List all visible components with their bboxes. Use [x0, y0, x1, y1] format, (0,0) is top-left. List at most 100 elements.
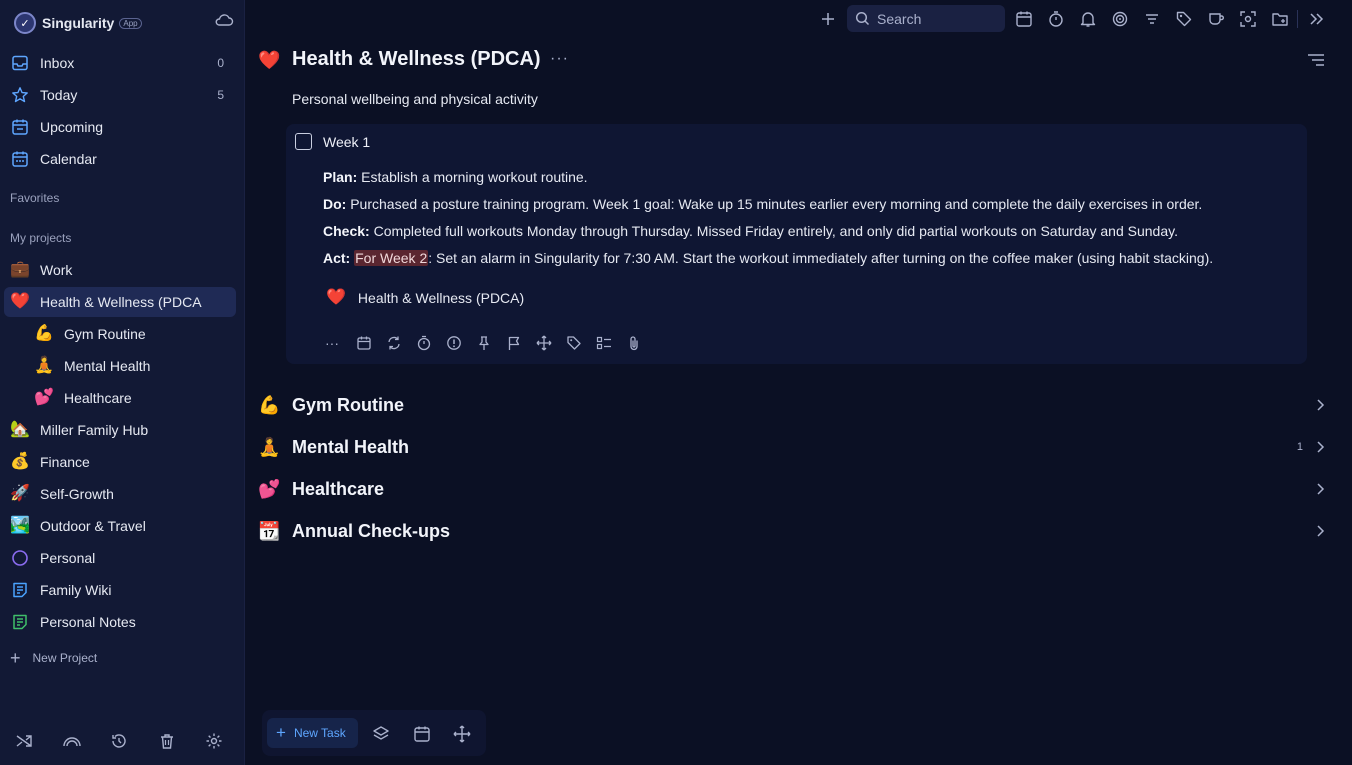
group-annual-check-ups[interactable]: 📆 Annual Check-ups — [258, 516, 1333, 546]
chevron-right-icon[interactable] — [1313, 439, 1327, 458]
nav-calendar[interactable]: Calendar — [4, 144, 236, 174]
project-label: Health & Wellness (PDCA — [40, 294, 202, 310]
project-work[interactable]: 💼 Work — [4, 255, 236, 285]
new-project-button[interactable]: + New Project — [10, 649, 97, 667]
brand[interactable]: ✓ Singularity App — [14, 11, 142, 35]
nav-upcoming-label: Upcoming — [40, 119, 104, 135]
do-label: Do: — [323, 196, 347, 212]
search-box[interactable]: Search — [847, 5, 1005, 32]
folder-add-icon[interactable] — [1269, 8, 1291, 30]
sidebar: ✓ Singularity App Inbox 0 Today 5 Upcomi… — [0, 0, 245, 765]
projects-section-label[interactable]: My projects — [10, 231, 71, 245]
star-icon — [10, 85, 30, 105]
calendar-view-icon[interactable] — [1013, 8, 1035, 30]
project-personal[interactable]: Personal — [4, 543, 236, 573]
act-text: : Set an alarm in Singularity for 7:30 A… — [428, 250, 1214, 266]
project-label: Miller Family Hub — [40, 422, 149, 438]
project-label: Outdoor & Travel — [40, 518, 146, 534]
trash-icon[interactable] — [155, 729, 179, 753]
shuffle-icon[interactable] — [12, 729, 36, 753]
nav-today[interactable]: Today 5 — [4, 80, 236, 110]
project-mental-health[interactable]: 🧘 Mental Health — [4, 351, 236, 381]
check-label: Check: — [323, 223, 370, 239]
search-placeholder: Search — [877, 10, 922, 27]
repeat-icon[interactable] — [384, 333, 404, 353]
project-health-wellness[interactable]: ❤️ Health & Wellness (PDCA — [4, 287, 236, 317]
favorites-section-label[interactable]: Favorites — [10, 191, 59, 205]
screenshot-icon[interactable] — [1237, 8, 1259, 30]
checklist-icon[interactable] — [594, 333, 614, 353]
tag-icon[interactable] — [1173, 8, 1195, 30]
project-label: Personal Notes — [40, 614, 136, 630]
pin-icon[interactable] — [474, 333, 494, 353]
project-miller-family-hub[interactable]: 🏡 Miller Family Hub — [4, 415, 236, 445]
flexed-biceps-icon: 💪 — [258, 395, 281, 415]
nav-inbox[interactable]: Inbox 0 — [4, 48, 236, 78]
task-checkbox[interactable] — [295, 133, 312, 150]
task-card[interactable]: Week 1 Plan: Establish a morning workout… — [286, 124, 1307, 364]
rainbow-icon[interactable] — [60, 729, 84, 753]
add-icon[interactable] — [817, 8, 839, 30]
project-label: Work — [40, 262, 73, 278]
group-count: 1 — [1296, 441, 1303, 453]
project-gym-routine[interactable]: 💪 Gym Routine — [4, 319, 236, 349]
focus-target-icon[interactable] — [1109, 8, 1131, 30]
group-gym-routine[interactable]: 💪 Gym Routine — [258, 390, 1333, 420]
timer-icon[interactable] — [414, 333, 434, 353]
task-more-icon[interactable]: ··· — [322, 333, 342, 353]
sort-options-icon[interactable] — [1306, 52, 1326, 71]
page-description[interactable]: Personal wellbeing and physical activity — [292, 91, 538, 107]
collapse-panel-icon[interactable] — [1305, 8, 1327, 30]
task-title[interactable]: Week 1 — [323, 134, 370, 150]
project-outdoor-travel[interactable]: 🏞️ Outdoor & Travel — [4, 511, 236, 541]
calendar-emoji-icon: 📆 — [258, 521, 281, 541]
filter-icon[interactable] — [1141, 8, 1163, 30]
app-badge: App — [119, 17, 142, 29]
project-self-growth[interactable]: 🚀 Self-Growth — [4, 479, 236, 509]
move-icon[interactable] — [451, 723, 473, 745]
group-mental-health[interactable]: 🧘 Mental Health 1 — [258, 432, 1333, 462]
bell-icon[interactable] — [1077, 8, 1099, 30]
chevron-right-icon[interactable] — [1313, 523, 1327, 542]
page-title[interactable]: Health & Wellness (PDCA) — [292, 48, 541, 71]
project-label: Self-Growth — [40, 486, 114, 502]
attachment-icon[interactable] — [624, 333, 644, 353]
layers-icon[interactable] — [370, 723, 392, 745]
tag-icon[interactable] — [564, 333, 584, 353]
task-project-tag[interactable]: ❤️ Health & Wellness (PDCA) — [326, 288, 524, 308]
new-task-button[interactable]: + New Task — [267, 718, 358, 748]
calendar-icon — [10, 149, 30, 169]
timer-icon[interactable] — [1045, 8, 1067, 30]
nav-upcoming[interactable]: Upcoming — [4, 112, 236, 142]
project-healthcare[interactable]: 💕 Healthcare — [4, 383, 236, 413]
check-text: Completed full workouts Monday through T… — [369, 223, 1178, 239]
project-family-wiki[interactable]: Family Wiki — [4, 575, 236, 605]
project-label: Gym Routine — [64, 326, 146, 342]
project-personal-notes[interactable]: Personal Notes — [4, 607, 236, 637]
more-options-icon[interactable]: ··· — [550, 50, 569, 68]
history-icon[interactable] — [107, 729, 131, 753]
national-park-icon: 🏞️ — [10, 517, 30, 534]
rocket-icon: 🚀 — [10, 485, 30, 502]
flag-icon[interactable] — [504, 333, 524, 353]
heart-icon: ❤️ — [10, 293, 30, 310]
priority-icon[interactable] — [444, 333, 464, 353]
due-date-icon[interactable] — [354, 333, 374, 353]
two-hearts-icon: 💕 — [258, 479, 281, 499]
habit-cup-icon[interactable] — [1205, 8, 1227, 30]
chevron-right-icon[interactable] — [1313, 481, 1327, 500]
note-icon — [10, 580, 30, 600]
project-finance[interactable]: 💰 Finance — [4, 447, 236, 477]
plan-label: Plan: — [323, 169, 358, 185]
money-bag-icon: 💰 — [10, 453, 30, 470]
plus-icon: + — [10, 648, 21, 668]
note-plan: Plan: Establish a morning workout routin… — [323, 169, 588, 185]
flexed-biceps-icon: 💪 — [34, 325, 54, 342]
chevron-right-icon[interactable] — [1313, 397, 1327, 416]
project-label: Personal — [40, 550, 96, 566]
cloud-sync-icon[interactable] — [214, 11, 234, 29]
settings-gear-icon[interactable] — [202, 729, 226, 753]
calendar-icon[interactable] — [411, 723, 433, 745]
group-healthcare[interactable]: 💕 Healthcare — [258, 474, 1333, 504]
move-icon[interactable] — [534, 333, 554, 353]
